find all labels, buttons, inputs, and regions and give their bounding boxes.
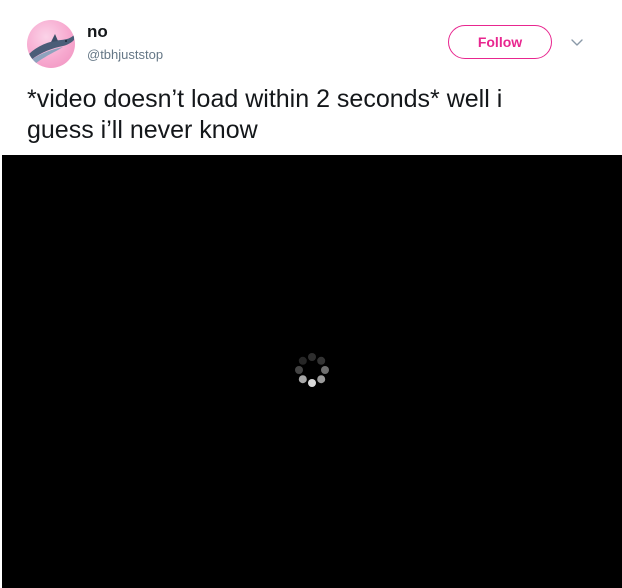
loading-spinner-icon xyxy=(290,348,334,392)
tweet-text: *video doesn’t load within 2 seconds* we… xyxy=(27,84,607,146)
display-name[interactable]: no xyxy=(87,22,108,42)
tweet-text-line: *video doesn’t load within 2 seconds* we… xyxy=(27,85,503,113)
follow-button[interactable]: Follow xyxy=(448,25,552,59)
tweet-card: no @tbhjuststop Follow *video doesn’t lo… xyxy=(0,0,622,588)
follow-button-label: Follow xyxy=(477,34,523,50)
dolphin-icon xyxy=(29,34,74,64)
handle[interactable]: @tbhjuststop xyxy=(87,47,163,63)
chevron-down-icon[interactable] xyxy=(569,36,585,48)
avatar[interactable] xyxy=(27,20,75,68)
tweet-text-line: guess i’ll never know xyxy=(27,116,258,144)
